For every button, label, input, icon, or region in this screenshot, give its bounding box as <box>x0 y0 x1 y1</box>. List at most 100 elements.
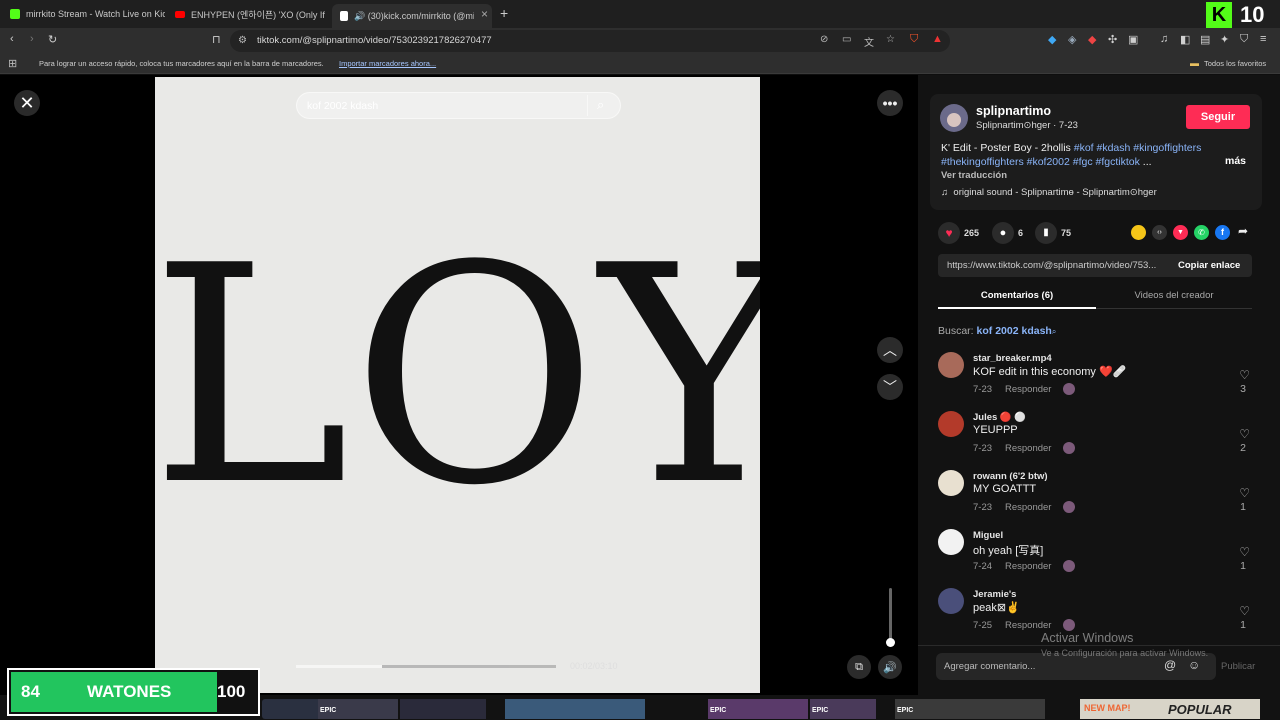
more-options-button[interactable]: ••• <box>877 90 903 116</box>
extension-icon[interactable]: ◆ <box>1088 33 1096 46</box>
next-video-button[interactable]: ﹀ <box>877 374 903 400</box>
search-input[interactable]: kof 2002 kdash <box>307 100 378 112</box>
bookmark-icon[interactable]: ⊓ <box>212 33 221 46</box>
commenter-avatar[interactable] <box>938 470 964 496</box>
apps-icon[interactable]: ⊞ <box>8 57 17 70</box>
publish-button[interactable]: Publicar <box>1221 661 1255 672</box>
save-button[interactable]: ▮ <box>1035 222 1057 244</box>
bookmarks-bar: ⊞ Para lograr un acceso rápido, coloca t… <box>0 54 1280 74</box>
close-viewer-button[interactable]: ✕ <box>14 90 40 116</box>
puzzle-icon[interactable]: ✣ <box>1108 33 1117 46</box>
commenter-username[interactable]: star_breaker.mp4 <box>973 353 1052 364</box>
media-icon[interactable]: ⊘ <box>820 34 828 45</box>
forward-icon[interactable]: › <box>30 33 34 45</box>
mention-icon[interactable]: @ <box>1164 658 1176 672</box>
volume-slider[interactable] <box>886 588 895 647</box>
commenter-username[interactable]: rowann (6'2 btw) <box>973 471 1048 482</box>
brave-shield-icon[interactable]: ⛉ <box>910 33 918 46</box>
comment-button[interactable]: ● <box>992 222 1014 244</box>
embed-icon[interactable]: ‹› <box>1152 225 1167 240</box>
commenter-avatar[interactable] <box>938 529 964 555</box>
commenter-username[interactable]: Miguel <box>973 530 1003 541</box>
translate-icon[interactable]: 文 <box>864 34 874 49</box>
tab-creator-videos[interactable]: Videos del creador <box>1096 285 1252 309</box>
vpn-icon[interactable]: ⛉ <box>1240 33 1248 46</box>
search-bar[interactable]: kof 2002 kdash ⌕ <box>296 92 621 119</box>
volume-button[interactable]: 🔊 <box>878 655 902 679</box>
share-arrow-icon[interactable]: ➦ <box>1238 224 1248 238</box>
import-bookmarks-link[interactable]: Importar marcadores ahora... <box>339 59 436 68</box>
heart-outline-icon[interactable]: ♡ <box>1239 427 1250 441</box>
sidebar-icon[interactable]: ◧ <box>1180 33 1190 46</box>
extension-icon[interactable]: ▣ <box>1128 33 1138 46</box>
menu-icon[interactable]: ≡ <box>1260 33 1266 45</box>
send-to-friends-icon[interactable]: ▼ <box>1173 225 1188 240</box>
video-link-text[interactable]: https://www.tiktok.com/@splipnartimo/vid… <box>947 260 1172 271</box>
thumbnail[interactable]: NEW MAP! POPULAR <box>1080 699 1260 719</box>
reload-icon[interactable]: ↻ <box>48 33 57 46</box>
back-icon[interactable]: ‹ <box>10 33 14 45</box>
translate-link[interactable]: Ver traducción <box>941 170 1007 181</box>
commenter-avatar[interactable] <box>938 352 964 378</box>
extension-icon[interactable]: ◈ <box>1068 33 1076 46</box>
thumbnail[interactable] <box>505 699 645 719</box>
float-player-button[interactable]: ⧉ <box>847 655 871 679</box>
follow-button[interactable]: Seguir <box>1186 105 1250 129</box>
progress-track[interactable] <box>296 665 556 668</box>
commenter-avatar[interactable] <box>938 588 964 614</box>
new-tab-button[interactable]: + <box>500 5 508 21</box>
tab-comments[interactable]: Comentarios (6) <box>938 285 1096 309</box>
emoji-icon[interactable]: ☺ <box>1188 658 1200 672</box>
tab-tiktok-active[interactable]: 🔊 (30)kick.com/mirrkito (@mirrk × <box>332 4 492 28</box>
rewards-icon[interactable]: ▲ <box>932 33 943 45</box>
site-info-icon[interactable]: ⚙ <box>238 35 247 46</box>
commenter-avatar[interactable] <box>938 411 964 437</box>
reply-button[interactable]: Responder <box>1005 443 1051 454</box>
search-icon[interactable]: ⌕ <box>597 97 604 113</box>
thumbnail[interactable]: EPIC <box>318 699 398 719</box>
copy-link-button[interactable]: Copiar enlace <box>1178 260 1240 271</box>
caption-hashtags[interactable]: #kof #kdash #kingoffighters <box>1074 142 1202 154</box>
address-bar[interactable]: ⚙ tiktok.com/@splipnartimo/video/7530239… <box>230 30 950 52</box>
sound-row[interactable]: ♫ original sound - Splipnartimө - Splipn… <box>941 187 1157 198</box>
previous-video-button[interactable]: ︿ <box>877 337 903 363</box>
more-caption-button[interactable]: más <box>1225 155 1246 167</box>
thumbnail[interactable]: EPIC <box>708 699 808 719</box>
thumbnail[interactable]: EPIC <box>895 699 1045 719</box>
caption-hashtags[interactable]: #thekingoffighters #kof2002 #fgc #fgctik… <box>941 156 1140 168</box>
related-search-query[interactable]: kof 2002 kdash <box>977 325 1052 337</box>
commenter-username[interactable]: Jeramie's <box>973 589 1016 600</box>
star-icon[interactable]: ☆ <box>886 34 895 45</box>
whatsapp-icon[interactable]: ✆ <box>1194 225 1209 240</box>
reply-button[interactable]: Responder <box>1005 561 1051 572</box>
cast-icon[interactable]: ▭ <box>842 34 851 45</box>
heart-outline-icon[interactable]: ♡ <box>1239 604 1250 618</box>
thumbnail[interactable] <box>262 699 322 719</box>
facebook-icon[interactable]: f <box>1215 225 1230 240</box>
leo-icon[interactable]: ✦ <box>1220 33 1229 46</box>
music-icon[interactable]: ♫ <box>1160 33 1168 45</box>
video-player[interactable]: LOY 00:02/03:10 <box>155 77 760 693</box>
thumbnail[interactable]: EPIC <box>810 699 876 719</box>
reply-button[interactable]: Responder <box>1005 620 1051 631</box>
thumbnail[interactable] <box>400 699 486 719</box>
creator-avatar[interactable] <box>940 104 968 132</box>
related-search[interactable]: Buscar: kof 2002 kdash⌕ <box>938 325 1056 337</box>
heart-outline-icon[interactable]: ♡ <box>1239 486 1250 500</box>
wallet-icon[interactable]: ▤ <box>1200 33 1210 46</box>
volume-knob[interactable] <box>886 638 895 647</box>
commenter-username[interactable]: Jules 🔴 ⚪ <box>973 412 1026 423</box>
creator-username[interactable]: splipnartimo <box>976 104 1051 118</box>
extension-icon[interactable]: ◆ <box>1048 33 1056 46</box>
like-button[interactable]: ♥ <box>938 222 960 244</box>
share-coin-icon[interactable] <box>1131 225 1146 240</box>
reply-button[interactable]: Responder <box>1005 502 1051 513</box>
all-favorites[interactable]: Todos los favoritos <box>1204 59 1266 68</box>
reply-button[interactable]: Responder <box>1005 384 1051 395</box>
tab-kick-stream[interactable]: mirrkito Stream - Watch Live on Kick <box>10 4 165 24</box>
close-tab-icon[interactable]: × <box>481 7 488 21</box>
comment-input[interactable]: Agregar comentario... <box>944 661 1035 672</box>
heart-outline-icon[interactable]: ♡ <box>1239 368 1250 382</box>
heart-outline-icon[interactable]: ♡ <box>1239 545 1250 559</box>
tab-enhypen-video[interactable]: ENHYPEN (엔하이픈) 'XO (Only If Yo <box>175 4 325 24</box>
